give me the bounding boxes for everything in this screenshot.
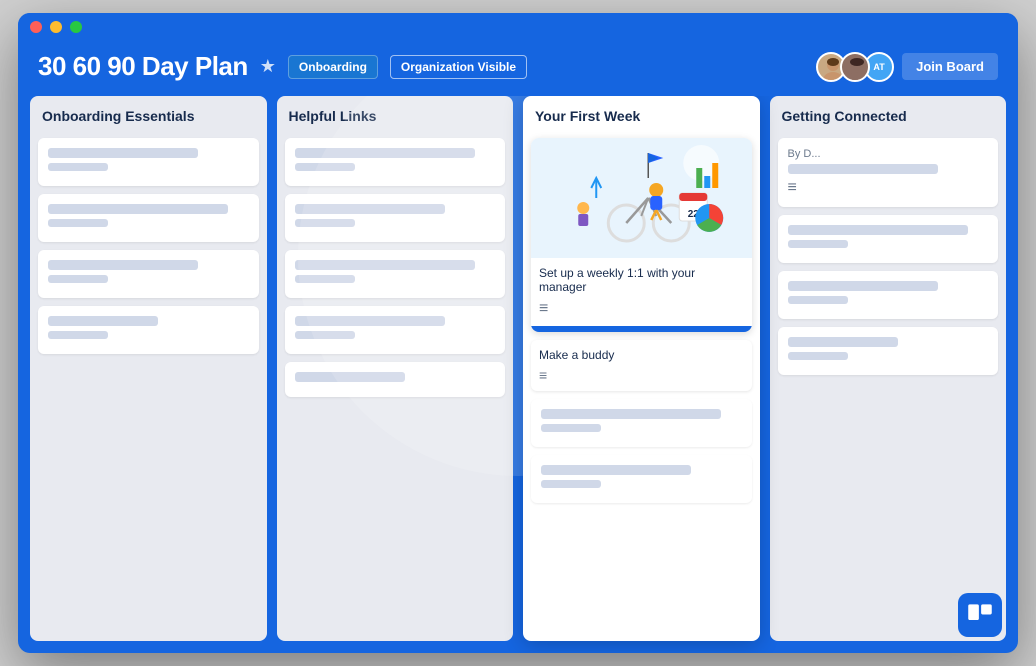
skeleton-line	[48, 275, 108, 283]
card-body: Set up a weekly 1:1 with your manager ≡	[531, 258, 752, 326]
buddy-card-menu[interactable]: ≡	[539, 367, 744, 383]
skeleton-card	[38, 194, 259, 242]
skeleton-line	[295, 316, 445, 326]
header-right: AT Join Board	[816, 52, 998, 82]
skeleton-line	[48, 316, 158, 326]
skeleton-card	[285, 362, 506, 397]
buddy-card[interactable]: Make a buddy ≡	[531, 340, 752, 391]
skeleton-card	[531, 399, 752, 447]
skeleton-line	[295, 163, 355, 171]
org-visible-badge[interactable]: Organization Visible	[390, 55, 527, 79]
menu-lines: ≡	[788, 179, 989, 197]
buddy-card-text: Make a buddy	[539, 348, 744, 362]
skeleton-line	[788, 352, 848, 360]
skeleton-line	[295, 204, 445, 214]
avatar-group: AT	[816, 52, 894, 82]
onboarding-badge[interactable]: Onboarding	[288, 55, 378, 79]
skeleton-card	[285, 194, 506, 242]
illustration-svg: 22	[531, 138, 752, 258]
skeleton-card	[285, 138, 506, 186]
skeleton-line	[541, 465, 691, 475]
board-header: 30 60 90 Day Plan ★ Onboarding Organizat…	[18, 41, 1018, 96]
skeleton-line	[541, 424, 601, 432]
skeleton-line	[48, 331, 108, 339]
featured-card[interactable]: 22	[531, 138, 752, 332]
maximize-dot[interactable]	[70, 21, 82, 33]
column-your-first-week: Your First Week	[523, 96, 760, 641]
card-description: Set up a weekly 1:1 with your manager	[539, 266, 744, 294]
column-getting-connected: Getting Connected By D... ≡	[770, 96, 1007, 641]
column-onboarding-essentials: Onboarding Essentials	[30, 96, 267, 641]
card-bottom-accent	[531, 326, 752, 332]
column-title: Your First Week	[531, 106, 752, 130]
skeleton-line	[788, 281, 938, 291]
skeleton-card	[38, 306, 259, 354]
skeleton-line	[48, 148, 198, 158]
skeleton-line	[295, 275, 355, 283]
skeleton-line	[295, 372, 405, 382]
skeleton-card	[778, 215, 999, 263]
skeleton-line	[788, 296, 848, 304]
skeleton-line	[48, 219, 108, 227]
star-icon[interactable]: ★	[260, 56, 276, 77]
trello-icon	[958, 593, 1002, 637]
column-title: Onboarding Essentials	[38, 106, 259, 130]
minimize-dot[interactable]	[50, 21, 62, 33]
card-menu-icon[interactable]: ≡	[539, 300, 744, 318]
avatar	[840, 52, 870, 82]
skeleton-card	[38, 250, 259, 298]
skeleton-card: By D... ≡	[778, 138, 999, 207]
skeleton-line	[541, 409, 721, 419]
skeleton-card	[778, 327, 999, 375]
close-dot[interactable]	[30, 21, 42, 33]
skeleton-line	[295, 260, 475, 270]
skeleton-line	[541, 480, 601, 488]
skeleton-line	[788, 225, 968, 235]
title-bar	[18, 13, 1018, 41]
skeleton-card	[531, 455, 752, 503]
skeleton-card	[778, 271, 999, 319]
mac-window: 30 60 90 Day Plan ★ Onboarding Organizat…	[18, 13, 1018, 653]
board-area: Onboarding Essentials Helpful Links	[18, 96, 1018, 653]
join-board-button[interactable]: Join Board	[902, 53, 998, 80]
skeleton-card	[285, 250, 506, 298]
skeleton-line	[48, 163, 108, 171]
skeleton-line	[295, 219, 355, 227]
skeleton-line	[295, 331, 355, 339]
skeleton-card	[38, 138, 259, 186]
skeleton-line	[48, 204, 228, 214]
skeleton-line	[788, 337, 898, 347]
column-title: Getting Connected	[778, 106, 999, 130]
skeleton-line	[295, 148, 475, 158]
column-title: Helpful Links	[285, 106, 506, 130]
skeleton-card	[285, 306, 506, 354]
card-illustration: 22	[531, 138, 752, 258]
by-label: By D...	[788, 148, 989, 160]
board-title: 30 60 90 Day Plan	[38, 51, 248, 82]
skeleton-line	[788, 240, 848, 248]
skeleton-line	[48, 260, 198, 270]
column-helpful-links: Helpful Links	[277, 96, 514, 641]
skeleton-line	[788, 164, 938, 174]
